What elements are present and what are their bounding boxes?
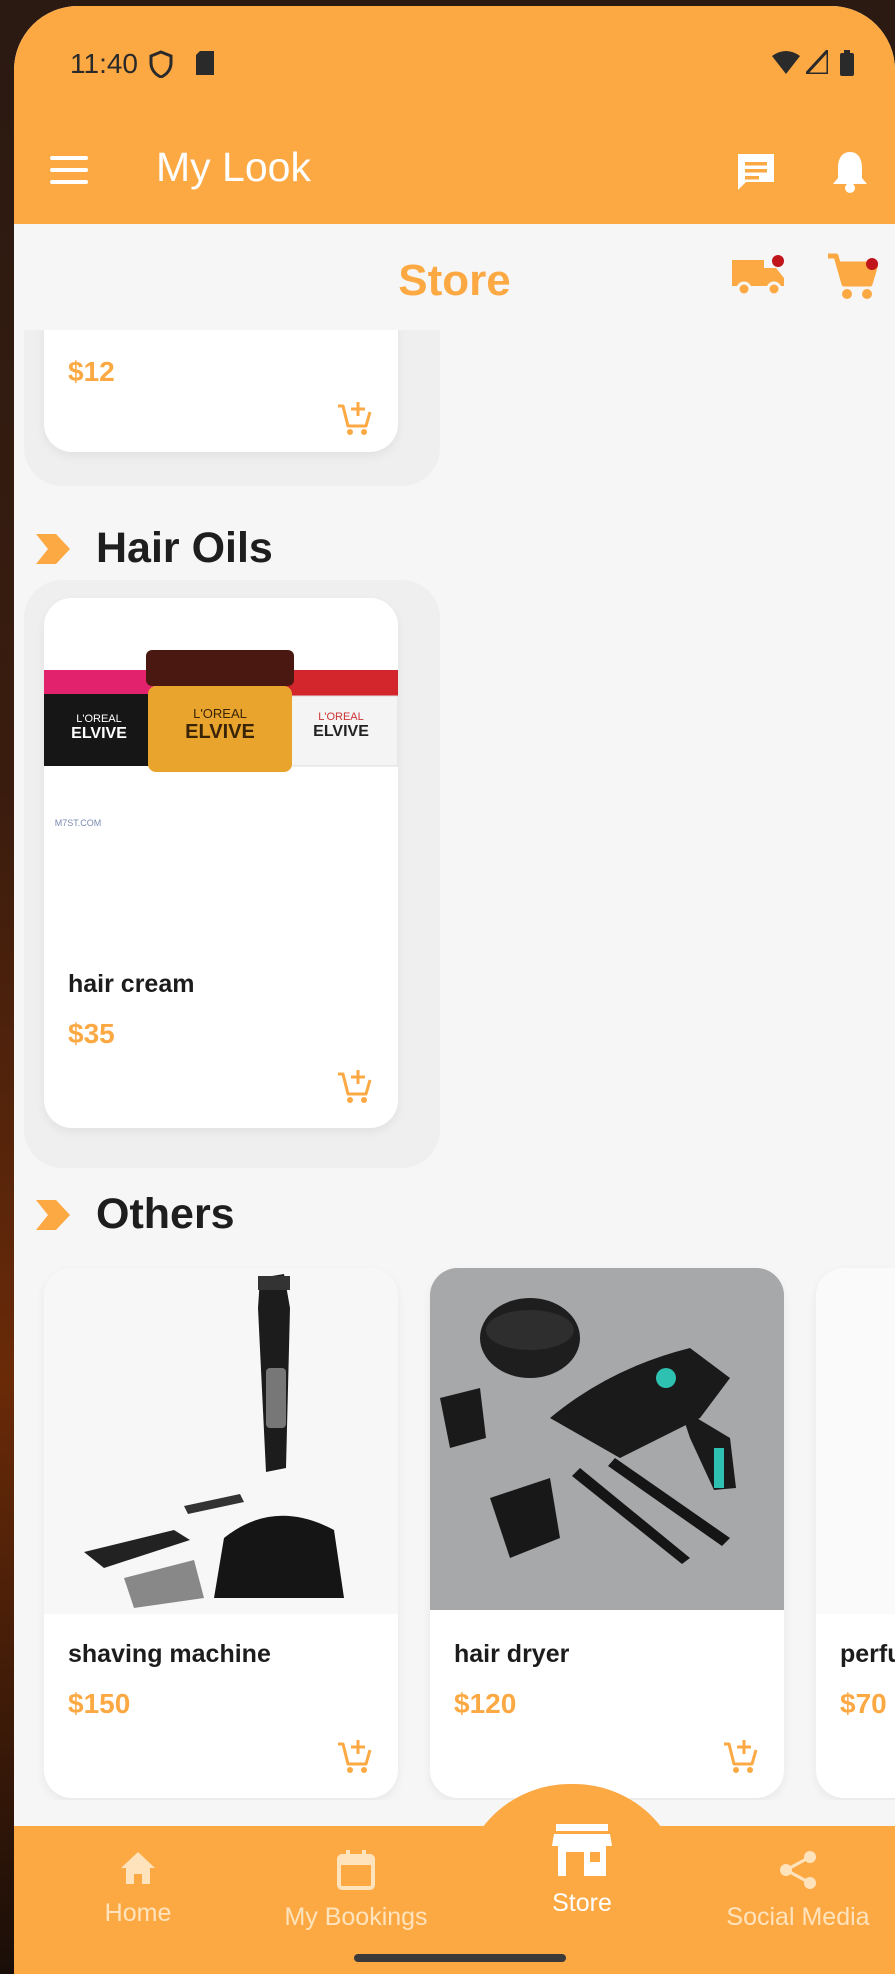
bell-icon[interactable] xyxy=(830,148,870,194)
share-icon xyxy=(780,1851,816,1889)
svg-text:L'OREAL: L'OREAL xyxy=(76,713,122,725)
product-price: $150 xyxy=(68,1688,131,1719)
add-to-cart-icon[interactable] xyxy=(722,1738,758,1776)
home-indicator[interactable] xyxy=(354,1954,566,1962)
svg-text:L'OREAL: L'OREAL xyxy=(318,711,364,723)
calendar-icon xyxy=(337,1850,375,1890)
product-image xyxy=(816,1268,895,1614)
nav-label: My Bookings xyxy=(284,1903,428,1931)
cart-badge-dot xyxy=(866,258,878,270)
sd-card-icon xyxy=(196,51,214,75)
product-card[interactable]: L'OREAL ELVIVE L'OREAL ELVIVE L'OREAL EL… xyxy=(44,598,398,1128)
product-image xyxy=(430,1268,784,1610)
svg-text:ELVIVE: ELVIVE xyxy=(185,721,255,743)
app-title: My Look xyxy=(156,144,311,190)
nav-item-my-bookings[interactable]: My Bookings xyxy=(246,1850,466,1932)
svg-text:L'OREAL: L'OREAL xyxy=(193,706,247,721)
wifi-icon xyxy=(772,51,800,74)
add-to-cart-icon[interactable] xyxy=(336,1068,372,1106)
product-card[interactable]: hair dryer $120 xyxy=(430,1268,784,1798)
section-chevron-icon xyxy=(36,1200,70,1230)
add-to-cart-icon[interactable] xyxy=(336,1738,372,1776)
svg-text:ELVIVE: ELVIVE xyxy=(71,725,127,742)
phone-screen: 11:40 My Look Store $12 Hair Oils L'OREA… xyxy=(14,6,895,1974)
hair-cream-jars-image: L'OREAL ELVIVE L'OREAL ELVIVE L'OREAL EL… xyxy=(44,650,398,828)
product-name: hair cream xyxy=(68,970,195,998)
product-card[interactable]: $12 xyxy=(44,330,398,452)
nav-item-social-media[interactable]: Social Media xyxy=(698,1850,895,1932)
product-card[interactable]: perfu $70 xyxy=(816,1268,895,1798)
product-image: L'OREAL ELVIVE L'OREAL ELVIVE L'OREAL EL… xyxy=(44,598,398,834)
app-bar: 11:40 My Look xyxy=(14,6,895,224)
product-price: $70 xyxy=(840,1688,887,1719)
nav-label: Store xyxy=(552,1889,612,1917)
menu-icon[interactable] xyxy=(50,156,88,184)
signal-icon xyxy=(806,50,828,74)
truck-badge-dot xyxy=(772,255,784,267)
store-header: Store xyxy=(14,224,895,330)
product-card[interactable]: shaving machine $150 xyxy=(44,1268,398,1798)
hair-dryer-image xyxy=(430,1268,784,1610)
nav-label: Home xyxy=(104,1899,172,1927)
home-icon xyxy=(121,1852,155,1884)
nav-item-store[interactable]: Store xyxy=(482,1824,682,1918)
section-chevron-icon xyxy=(36,534,70,564)
status-time: 11:40 xyxy=(70,48,138,79)
battery-icon xyxy=(840,50,854,76)
store-icon xyxy=(552,1824,612,1876)
product-price: $35 xyxy=(68,1018,115,1049)
section-title: Others xyxy=(96,1190,235,1238)
product-image xyxy=(44,1268,398,1614)
product-price: $120 xyxy=(454,1688,517,1719)
product-name: perfu xyxy=(840,1640,895,1668)
product-name: hair dryer xyxy=(454,1640,570,1668)
chat-icon[interactable] xyxy=(734,150,778,194)
shaving-machine-image xyxy=(84,1274,344,1608)
product-name: shaving machine xyxy=(68,1640,271,1668)
section-title: Hair Oils xyxy=(96,524,273,572)
nav-label: Social Media xyxy=(726,1903,870,1931)
nav-item-home[interactable]: Home xyxy=(48,1850,228,1928)
store-content[interactable]: $12 Hair Oils L'OREAL ELVIVE L'OREAL ELV… xyxy=(14,330,895,1800)
add-to-cart-icon[interactable] xyxy=(336,400,372,438)
svg-text:M7ST.COM: M7ST.COM xyxy=(55,818,102,828)
shield-icon xyxy=(149,50,173,78)
svg-text:ELVIVE: ELVIVE xyxy=(313,723,369,740)
product-price: $12 xyxy=(68,356,115,387)
